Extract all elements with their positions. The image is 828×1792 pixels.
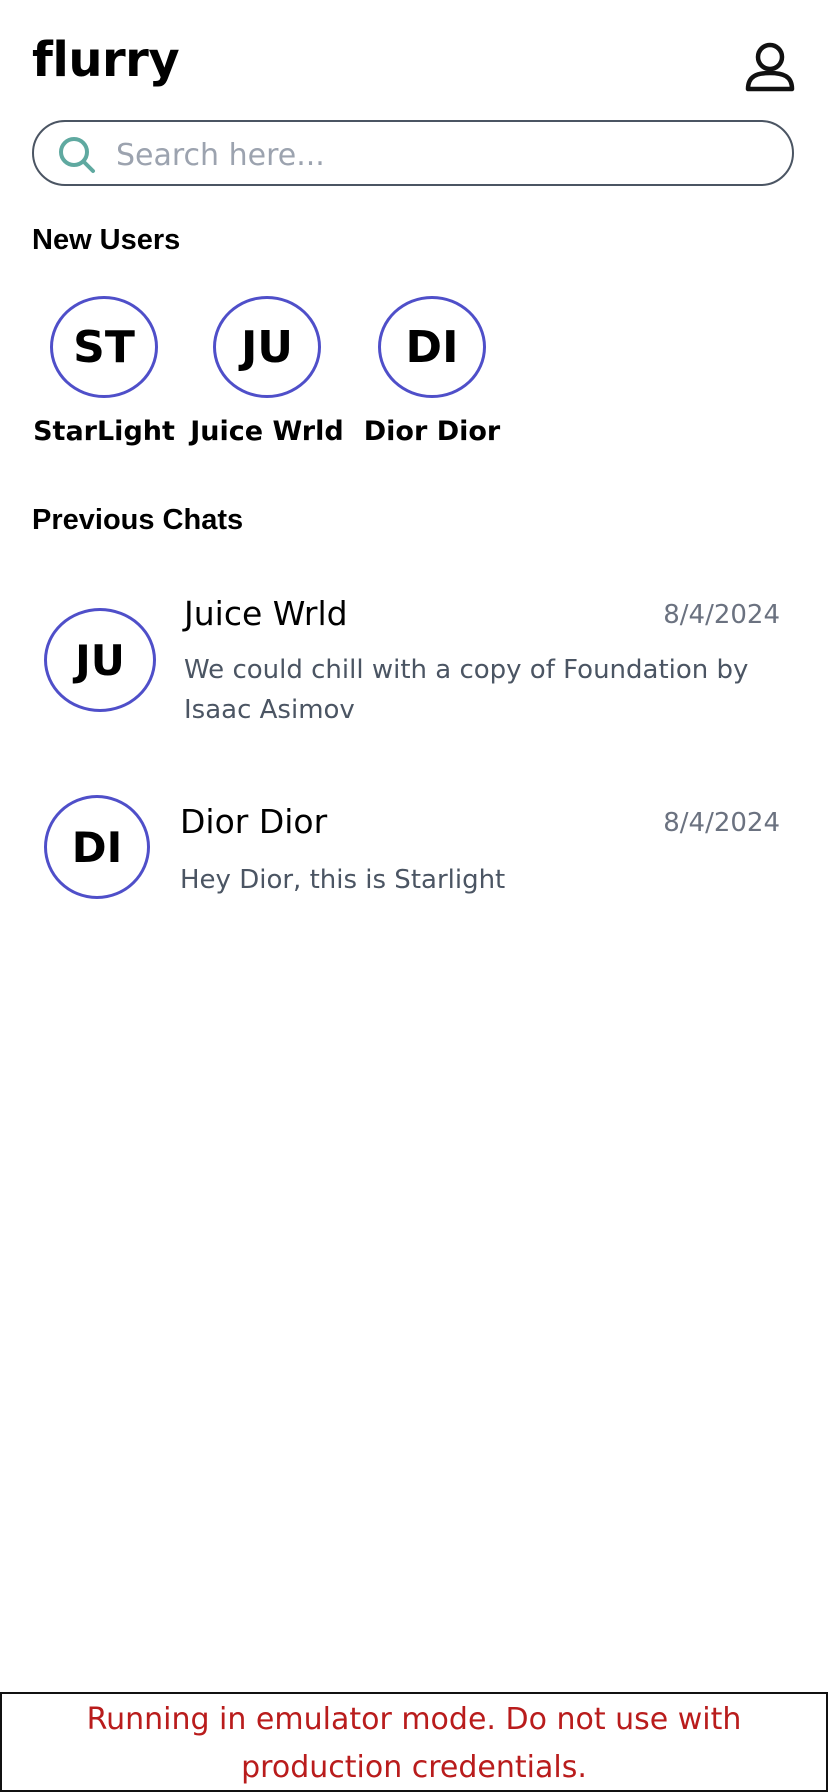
chat-name: Dior Dior	[180, 802, 328, 841]
chat-row-dior-dior[interactable]: DI Dior Dior 8/4/2024 Hey Dior, this is …	[32, 790, 796, 910]
avatar: JU	[44, 608, 156, 712]
chat-last-message: Hey Dior, this is Starlight	[180, 865, 506, 895]
new-user-juice-wrld[interactable]: JU Juice Wrld	[187, 296, 347, 466]
user-profile-icon	[745, 42, 795, 92]
profile-button[interactable]	[742, 40, 798, 96]
avatar: ST	[50, 296, 158, 398]
new-user-name: Juice Wrld	[190, 416, 344, 447]
search-icon	[59, 137, 95, 173]
new-user-starlight[interactable]: ST StarLight	[24, 296, 184, 466]
chat-date: 8/4/2024	[663, 808, 780, 838]
avatar: DI	[44, 795, 150, 899]
chat-date: 8/4/2024	[663, 600, 780, 630]
avatar: DI	[378, 296, 486, 398]
chat-name: Juice Wrld	[184, 594, 348, 633]
previous-chats-heading: Previous Chats	[32, 504, 244, 536]
new-users-heading: New Users	[32, 224, 181, 256]
new-user-dior-dior[interactable]: DI Dior Dior	[352, 296, 512, 466]
search-input[interactable]	[114, 132, 778, 178]
chat-row-juice-wrld[interactable]: JU Juice Wrld 8/4/2024 We could chill wi…	[32, 580, 796, 730]
chat-last-message: We could chill with a copy of Foundation…	[184, 655, 749, 725]
emulator-warning-banner: Running in emulator mode. Do not use wit…	[0, 1692, 828, 1792]
app-title: flurry	[32, 32, 180, 88]
new-user-name: Dior Dior	[363, 416, 501, 447]
avatar: JU	[213, 296, 321, 398]
new-user-name: StarLight	[33, 416, 175, 447]
search-bar[interactable]	[32, 120, 794, 186]
